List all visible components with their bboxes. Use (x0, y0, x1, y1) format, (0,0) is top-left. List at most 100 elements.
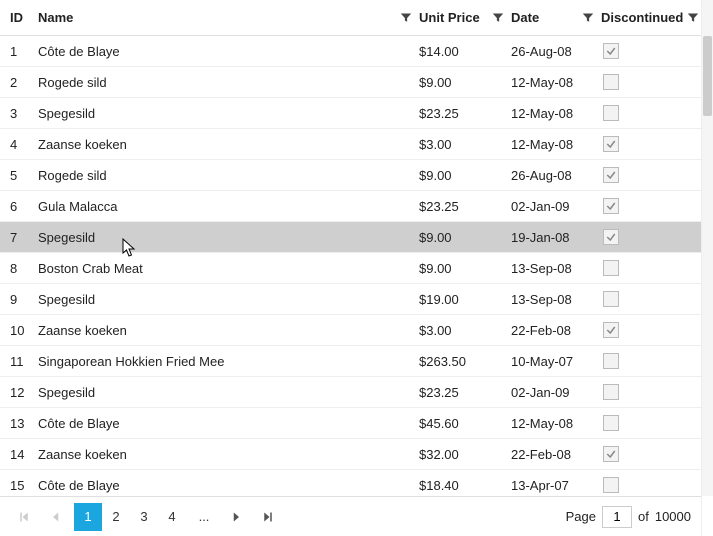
cell-discontinued (601, 384, 697, 400)
header-price[interactable]: Unit Price (419, 10, 511, 25)
discontinued-checkbox[interactable] (603, 322, 619, 338)
table-row[interactable]: 9Spegesild$19.0013-Sep-08 (0, 284, 701, 315)
cell-price: $23.25 (419, 199, 511, 214)
discontinued-checkbox[interactable] (603, 353, 619, 369)
cell-date: 12-May-08 (511, 137, 601, 152)
cell-price: $19.00 (419, 292, 511, 307)
table-row[interactable]: 7Spegesild$9.0019-Jan-08 (0, 222, 701, 253)
cell-discontinued (601, 136, 697, 152)
table-row[interactable]: 11Singaporean Hokkien Fried Mee$263.5010… (0, 346, 701, 377)
table-row[interactable]: 2Rogede sild$9.0012-May-08 (0, 67, 701, 98)
cell-name: Gula Malacca (38, 199, 419, 214)
pager-page-1[interactable]: 1 (74, 503, 102, 531)
header-discontinued-label: Discontinued (601, 10, 683, 25)
discontinued-checkbox[interactable] (603, 43, 619, 59)
header-name[interactable]: Name (38, 10, 419, 25)
table-row[interactable]: 14Zaanse koeken$32.0022-Feb-08 (0, 439, 701, 470)
cell-discontinued (601, 260, 697, 276)
pager-last-button[interactable] (254, 503, 282, 531)
table-row[interactable]: 15Côte de Blaye$18.4013-Apr-07 (0, 470, 701, 496)
cell-name: Zaanse koeken (38, 323, 419, 338)
pager-page-4[interactable]: 4 (158, 503, 186, 531)
discontinued-checkbox[interactable] (603, 415, 619, 431)
pager: 1234 ... Page of 10000 (0, 496, 701, 536)
header-date-label: Date (511, 10, 577, 25)
cell-name: Boston Crab Meat (38, 261, 419, 276)
filter-icon[interactable] (491, 11, 505, 25)
cell-id: 1 (10, 44, 38, 59)
scrollbar[interactable] (702, 0, 713, 496)
data-grid: ID Name Unit Price Date Discontinued 1Cô… (0, 0, 702, 536)
pager-next-button[interactable] (222, 503, 250, 531)
cell-date: 13-Apr-07 (511, 478, 601, 493)
pager-of-label: of (638, 509, 649, 524)
cell-price: $9.00 (419, 75, 511, 90)
pager-page-3[interactable]: 3 (130, 503, 158, 531)
pager-page-input[interactable] (602, 506, 632, 528)
filter-icon[interactable] (581, 11, 595, 25)
header-discontinued[interactable]: Discontinued (601, 10, 697, 25)
cell-discontinued (601, 105, 697, 121)
cell-id: 15 (10, 478, 38, 493)
cell-name: Côte de Blaye (38, 44, 419, 59)
table-row[interactable]: 10Zaanse koeken$3.0022-Feb-08 (0, 315, 701, 346)
table-row[interactable]: 8Boston Crab Meat$9.0013-Sep-08 (0, 253, 701, 284)
discontinued-checkbox[interactable] (603, 384, 619, 400)
cell-discontinued (601, 291, 697, 307)
table-row[interactable]: 3Spegesild$23.2512-May-08 (0, 98, 701, 129)
cell-id: 7 (10, 230, 38, 245)
pager-prev-button[interactable] (42, 503, 70, 531)
filter-icon[interactable] (687, 11, 699, 25)
discontinued-checkbox[interactable] (603, 229, 619, 245)
cell-id: 6 (10, 199, 38, 214)
discontinued-checkbox[interactable] (603, 105, 619, 121)
discontinued-checkbox[interactable] (603, 260, 619, 276)
table-row[interactable]: 13Côte de Blaye$45.6012-May-08 (0, 408, 701, 439)
cell-price: $14.00 (419, 44, 511, 59)
cell-date: 12-May-08 (511, 75, 601, 90)
header-price-label: Unit Price (419, 10, 487, 25)
cell-date: 22-Feb-08 (511, 447, 601, 462)
pager-first-button[interactable] (10, 503, 38, 531)
cell-name: Rogede sild (38, 75, 419, 90)
discontinued-checkbox[interactable] (603, 477, 619, 493)
header-id[interactable]: ID (10, 10, 38, 25)
cell-price: $23.25 (419, 106, 511, 121)
discontinued-checkbox[interactable] (603, 74, 619, 90)
discontinued-checkbox[interactable] (603, 291, 619, 307)
cell-name: Rogede sild (38, 168, 419, 183)
cell-name: Côte de Blaye (38, 478, 419, 493)
header-name-label: Name (38, 10, 395, 25)
table-row[interactable]: 5Rogede sild$9.0026-Aug-08 (0, 160, 701, 191)
cell-id: 5 (10, 168, 38, 183)
cell-date: 12-May-08 (511, 106, 601, 121)
cell-id: 12 (10, 385, 38, 400)
cell-date: 26-Aug-08 (511, 44, 601, 59)
scrollbar-thumb[interactable] (703, 36, 712, 116)
cell-date: 13-Sep-08 (511, 292, 601, 307)
discontinued-checkbox[interactable] (603, 198, 619, 214)
table-row[interactable]: 6Gula Malacca$23.2502-Jan-09 (0, 191, 701, 222)
table-row[interactable]: 1Côte de Blaye$14.0026-Aug-08 (0, 36, 701, 67)
table-row[interactable]: 4Zaanse koeken$3.0012-May-08 (0, 129, 701, 160)
cell-date: 19-Jan-08 (511, 230, 601, 245)
rows-container: 1Côte de Blaye$14.0026-Aug-082Rogede sil… (0, 36, 701, 496)
cell-discontinued (601, 198, 697, 214)
discontinued-checkbox[interactable] (603, 446, 619, 462)
cell-price: $263.50 (419, 354, 511, 369)
filter-icon[interactable] (399, 11, 413, 25)
header-date[interactable]: Date (511, 10, 601, 25)
pager-page-2[interactable]: 2 (102, 503, 130, 531)
cell-discontinued (601, 322, 697, 338)
cell-name: Spegesild (38, 385, 419, 400)
discontinued-checkbox[interactable] (603, 136, 619, 152)
header-id-label: ID (10, 10, 23, 25)
cell-discontinued (601, 229, 697, 245)
discontinued-checkbox[interactable] (603, 167, 619, 183)
table-row[interactable]: 12Spegesild$23.2502-Jan-09 (0, 377, 701, 408)
pager-ellipsis[interactable]: ... (190, 503, 218, 531)
cell-name: Spegesild (38, 106, 419, 121)
pager-page-label: Page (566, 509, 596, 524)
cell-price: $32.00 (419, 447, 511, 462)
cell-price: $45.60 (419, 416, 511, 431)
